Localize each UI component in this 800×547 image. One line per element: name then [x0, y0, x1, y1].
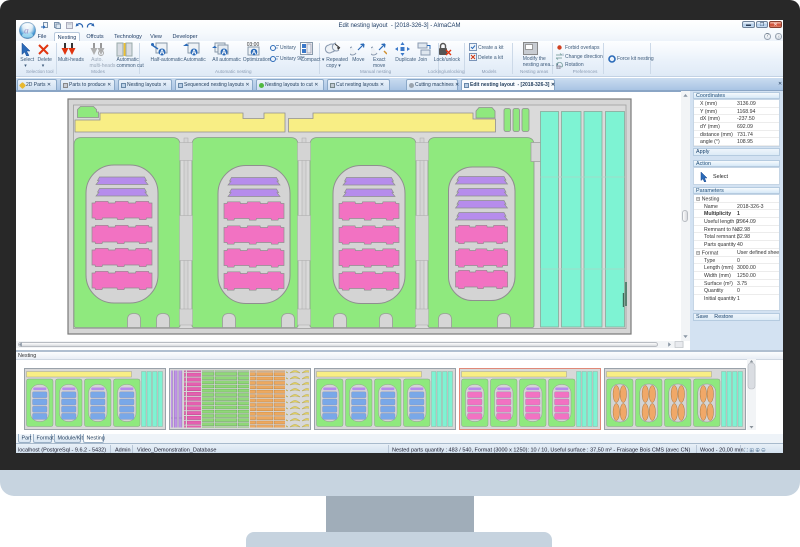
svg-text:A: A — [221, 50, 226, 57]
svg-text:A: A — [252, 50, 257, 57]
svg-text:A: A — [159, 50, 164, 57]
svg-text:A: A — [191, 50, 196, 57]
